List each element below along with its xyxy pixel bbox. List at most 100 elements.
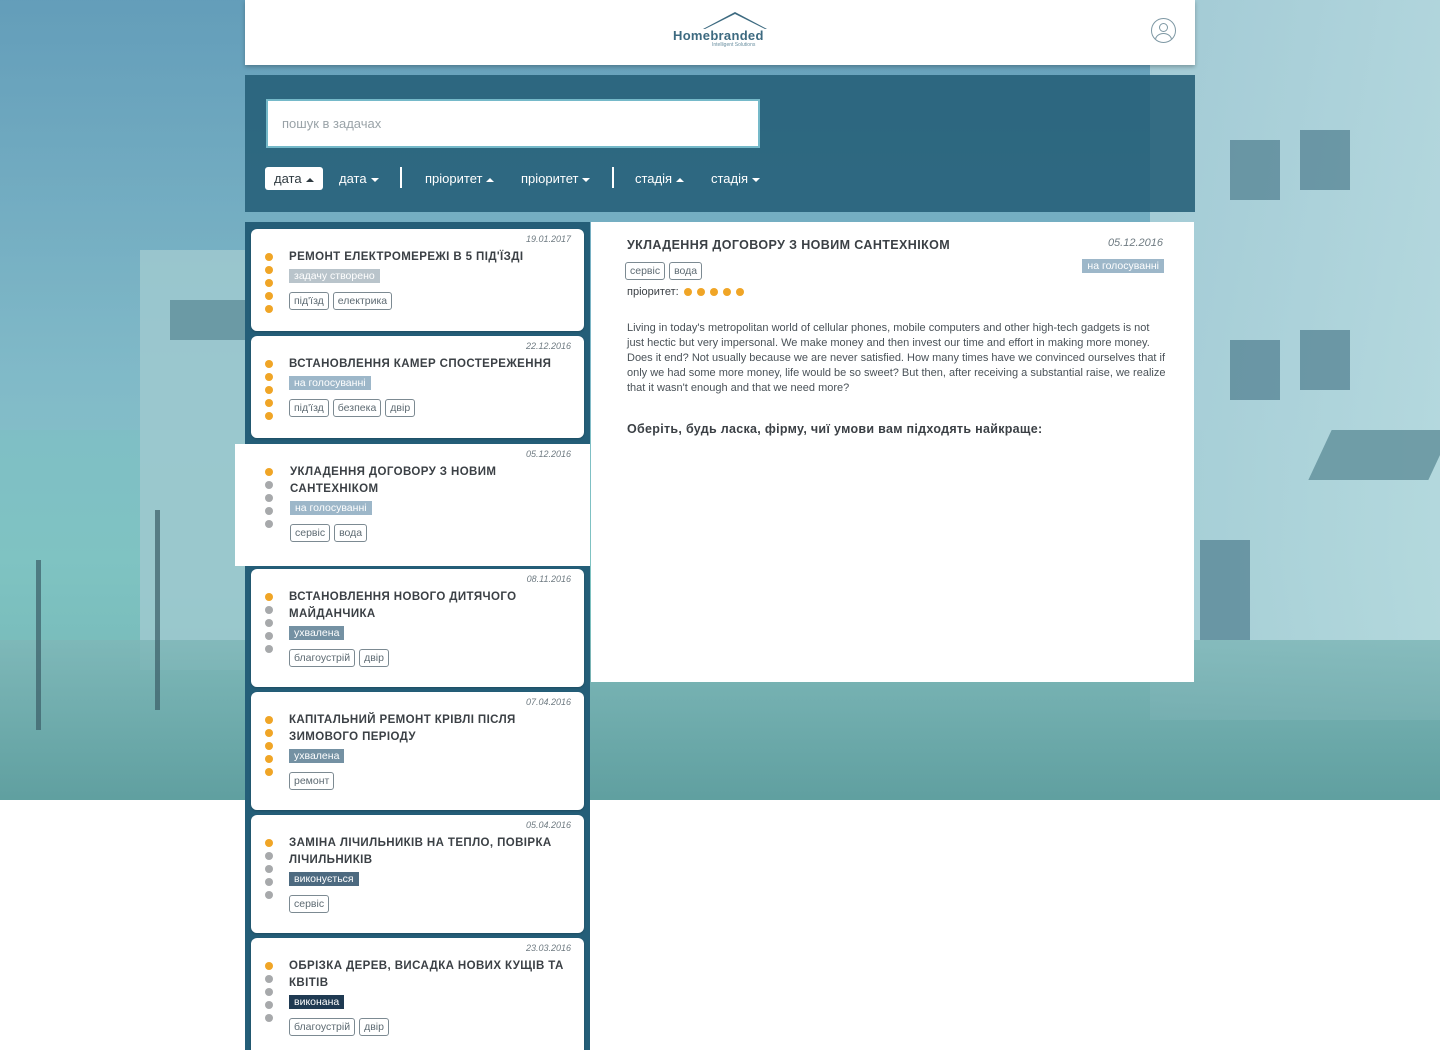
tag[interactable]: сервіс bbox=[290, 524, 331, 542]
task-date: 19.01.2017 bbox=[525, 234, 571, 244]
task-body: Встановлення нового дитячого майданчика … bbox=[289, 589, 574, 667]
task-date: 22.12.2016 bbox=[525, 341, 571, 351]
tag[interactable]: благоустрій bbox=[289, 649, 356, 667]
priority-dot-icon bbox=[265, 716, 273, 724]
priority-dot-icon bbox=[265, 1001, 273, 1009]
priority-dot-icon bbox=[265, 619, 273, 627]
sort-priority-desc-button[interactable]: пріоритет bbox=[512, 167, 599, 190]
priority-dots bbox=[265, 962, 275, 1027]
tag-list: благоустрій двір bbox=[289, 648, 574, 667]
status-badge: виконується bbox=[289, 872, 359, 886]
tag[interactable]: двір bbox=[359, 649, 389, 667]
background-balcony bbox=[170, 300, 250, 340]
tag[interactable]: під'їзд bbox=[289, 399, 329, 417]
priority-label: пріоритет: bbox=[627, 286, 679, 298]
priority-dot-icon bbox=[265, 865, 273, 873]
priority-dot-icon bbox=[265, 742, 273, 750]
tag-list: під'їзд електрика bbox=[289, 291, 574, 310]
priority-dots bbox=[265, 593, 275, 658]
task-card[interactable]: 22.12.2016 Встановлення камер спостереже… bbox=[251, 336, 584, 438]
user-icon[interactable] bbox=[1151, 18, 1176, 43]
tag[interactable]: сервіс bbox=[289, 895, 330, 913]
priority-dot-icon bbox=[265, 399, 273, 407]
caret-up-icon bbox=[486, 177, 495, 182]
sort-label: дата bbox=[274, 171, 302, 186]
task-card[interactable]: 19.01.2017 Ремонт електромережі в 5 під'… bbox=[251, 229, 584, 331]
sort-stage-asc-button[interactable]: стадія bbox=[626, 167, 693, 190]
tag-list: ремонт bbox=[289, 771, 574, 790]
tag[interactable]: сервіс bbox=[625, 262, 666, 280]
task-date: 05.04.2016 bbox=[525, 820, 571, 830]
tag[interactable]: вода bbox=[669, 262, 703, 280]
tag[interactable]: двір bbox=[359, 1018, 389, 1036]
status-badge: задачу створено bbox=[289, 269, 380, 283]
priority-dot-icon bbox=[265, 292, 273, 300]
background-window bbox=[1300, 330, 1350, 390]
tag[interactable]: безпека bbox=[332, 399, 382, 417]
tag-list: сервіс bbox=[289, 894, 574, 913]
priority-dot-icon bbox=[265, 988, 273, 996]
task-card-selected[interactable]: 05.12.2016 Укладення договору з новим са… bbox=[235, 444, 590, 566]
priority-dot-icon bbox=[265, 305, 273, 313]
tag[interactable]: під'їзд bbox=[289, 292, 329, 310]
caret-up-icon bbox=[676, 177, 685, 182]
sort-divider bbox=[612, 167, 614, 188]
priority-dot-icon bbox=[709, 288, 718, 297]
caret-down-icon bbox=[752, 177, 761, 182]
background-lamp bbox=[155, 510, 160, 710]
filter-panel: дата дата пріоритет пріоритет стадія ста… bbox=[245, 75, 1195, 212]
sort-priority-asc-button[interactable]: пріоритет bbox=[416, 167, 503, 190]
status-badge: на голосуванні bbox=[1082, 259, 1164, 273]
sort-label: пріоритет bbox=[425, 171, 483, 186]
search-input[interactable] bbox=[266, 99, 760, 148]
tag[interactable]: електрика bbox=[332, 292, 393, 310]
background-window bbox=[1200, 540, 1250, 640]
logo-text: Homebranded bbox=[673, 28, 764, 43]
tag[interactable]: благоустрій bbox=[289, 1018, 356, 1036]
task-card[interactable]: 05.04.2016 Заміна лічильників на тепло, … bbox=[251, 815, 584, 933]
priority-dots bbox=[265, 839, 275, 904]
priority-dot-icon bbox=[265, 412, 273, 420]
status-badge: виконана bbox=[289, 995, 345, 1009]
sort-date-desc-button[interactable]: дата bbox=[330, 167, 388, 190]
sort-date-asc-button[interactable]: дата bbox=[265, 167, 323, 190]
sort-divider bbox=[400, 167, 402, 188]
priority-dot-icon bbox=[265, 386, 273, 394]
priority-dot-icon bbox=[722, 288, 731, 297]
priority-dot-icon bbox=[265, 645, 273, 653]
task-body: Ремонт електромережі в 5 під'їзді задачу… bbox=[289, 249, 574, 310]
sort-stage-desc-button[interactable]: стадія bbox=[702, 167, 769, 190]
priority-dots bbox=[265, 716, 275, 781]
task-title: Укладення договору з новим сантехніком bbox=[290, 466, 497, 495]
priority-dot-icon bbox=[265, 481, 273, 489]
task-card[interactable]: 23.03.2016 Обрізка дерев, висадка нових … bbox=[251, 938, 584, 1050]
background-lamp bbox=[36, 560, 41, 730]
tag[interactable]: двір bbox=[385, 399, 416, 417]
priority-dot-icon bbox=[265, 373, 273, 381]
tag[interactable]: вода bbox=[334, 524, 368, 542]
logo[interactable]: Homebranded Intelligent Solutions bbox=[673, 12, 769, 52]
priority-dot-icon bbox=[683, 288, 692, 297]
task-title: Заміна лічильників на тепло, повірка ліч… bbox=[289, 837, 552, 866]
tag[interactable]: ремонт bbox=[289, 772, 335, 790]
priority-dots bbox=[265, 468, 275, 533]
task-body: Встановлення камер спостереження на голо… bbox=[289, 356, 574, 417]
status-badge: на голосуванні bbox=[290, 501, 372, 515]
priority-dot-icon bbox=[265, 891, 273, 899]
sort-label: пріоритет bbox=[521, 171, 579, 186]
priority-dot-icon bbox=[265, 878, 273, 886]
background-roof bbox=[1308, 430, 1440, 480]
sort-label: стадія bbox=[711, 171, 749, 186]
tag-list: благоустрій двір bbox=[289, 1017, 574, 1036]
sort-label: дата bbox=[339, 171, 367, 186]
background-window bbox=[1230, 140, 1280, 200]
task-card[interactable]: 07.04.2016 Капітальний ремонт крівлі піс… bbox=[251, 692, 584, 810]
task-card[interactable]: 08.11.2016 Встановлення нового дитячого … bbox=[251, 569, 584, 687]
priority-dot-icon bbox=[265, 253, 273, 261]
user-icon-body bbox=[1155, 33, 1172, 42]
priority-dot-icon bbox=[265, 632, 273, 640]
background-window bbox=[1230, 340, 1280, 400]
status-badge: ухвалена bbox=[289, 626, 345, 640]
caret-down-icon bbox=[582, 177, 591, 182]
task-body: Капітальний ремонт крівлі після зимового… bbox=[289, 712, 574, 790]
